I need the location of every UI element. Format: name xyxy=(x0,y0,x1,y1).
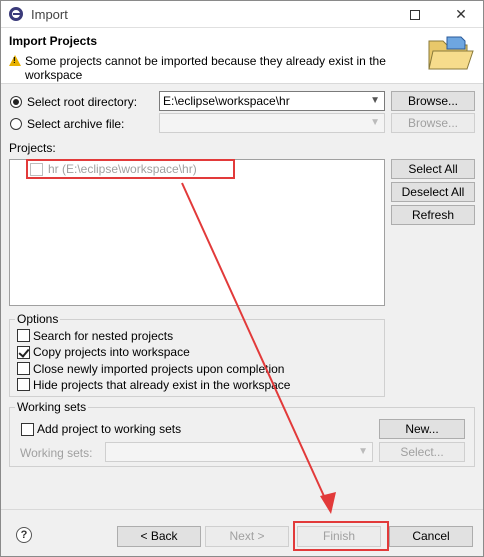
copy-projects-label: Copy projects into workspace xyxy=(33,345,190,359)
close-imported-checkbox[interactable] xyxy=(17,362,30,375)
working-sets-label: Working sets: xyxy=(20,446,93,460)
root-directory-value: E:\eclipse\workspace\hr xyxy=(163,94,290,108)
hide-existing-label: Hide projects that already exist in the … xyxy=(33,378,291,392)
annotation-highlight-finish xyxy=(293,521,389,551)
annotation-highlight-project xyxy=(26,159,235,179)
archive-file-label: Select archive file: xyxy=(27,117,125,131)
title-bar: Import ✕ xyxy=(1,1,483,28)
select-all-button[interactable]: Select All xyxy=(391,159,475,179)
refresh-button[interactable]: Refresh xyxy=(391,205,475,225)
chevron-down-icon: ▼ xyxy=(370,117,380,128)
back-button[interactable]: < Back xyxy=(117,526,201,547)
window-title: Import xyxy=(31,7,68,22)
archive-file-combo[interactable]: ▼ xyxy=(159,113,385,133)
wizard-header: Import Projects Some projects cannot be … xyxy=(1,28,483,84)
warning-message: Some projects cannot be imported because… xyxy=(25,54,386,82)
maximize-button[interactable] xyxy=(397,1,433,28)
next-button[interactable]: Next > xyxy=(205,526,289,547)
projects-list[interactable]: hr (E:\eclipse\workspace\hr) xyxy=(9,159,385,306)
root-directory-radio[interactable] xyxy=(10,96,22,108)
close-icon: ✕ xyxy=(455,6,467,22)
add-working-set-checkbox[interactable] xyxy=(21,423,34,436)
chevron-down-icon: ▼ xyxy=(370,95,380,106)
add-working-set-label: Add project to working sets xyxy=(37,422,182,436)
working-sets-title: Working sets xyxy=(15,400,89,414)
projects-label: Projects: xyxy=(9,141,56,155)
browse-archive-button[interactable]: Browse... xyxy=(391,113,475,133)
search-nested-checkbox[interactable] xyxy=(17,329,30,342)
chevron-down-icon: ▼ xyxy=(358,446,368,457)
hide-existing-checkbox[interactable] xyxy=(17,378,30,391)
options-title: Options xyxy=(15,312,61,326)
warning-icon xyxy=(9,55,21,66)
close-imported-label: Close newly imported projects upon compl… xyxy=(33,362,285,376)
import-dialog: Import ✕ Import Projects Some projects c… xyxy=(0,0,484,557)
close-button[interactable]: ✕ xyxy=(443,1,479,28)
working-sets-combo[interactable]: ▼ xyxy=(105,442,373,462)
eclipse-icon xyxy=(9,7,23,21)
page-title: Import Projects xyxy=(9,34,98,48)
root-directory-combo[interactable]: E:\eclipse\workspace\hr ▼ xyxy=(159,91,385,111)
maximize-icon xyxy=(410,10,420,21)
search-nested-label: Search for nested projects xyxy=(33,329,174,343)
deselect-all-button[interactable]: Deselect All xyxy=(391,182,475,202)
new-working-set-button[interactable]: New... xyxy=(379,419,465,439)
folder-icon xyxy=(428,36,474,70)
copy-projects-checkbox[interactable] xyxy=(17,346,30,359)
select-working-sets-button[interactable]: Select... xyxy=(379,442,465,462)
footer-separator xyxy=(1,509,483,510)
browse-directory-button[interactable]: Browse... xyxy=(391,91,475,111)
help-icon[interactable]: ? xyxy=(16,527,32,543)
cancel-button[interactable]: Cancel xyxy=(389,526,473,547)
archive-file-radio[interactable] xyxy=(10,118,22,130)
root-directory-label: Select root directory: xyxy=(27,95,138,109)
